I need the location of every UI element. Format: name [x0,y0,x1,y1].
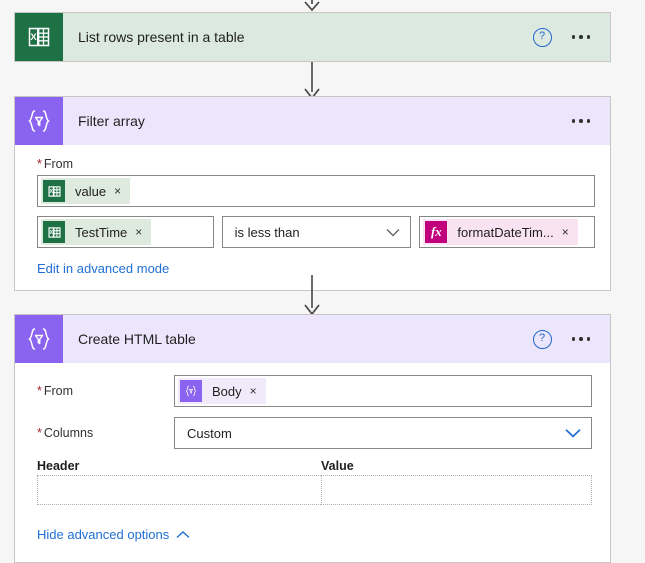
from-label-filter: * From [37,157,74,171]
step-card-list-rows[interactable]: X List rows present in a table ? [14,12,611,62]
connector-top [296,0,328,12]
step-card-filter-array[interactable]: Filter array * From X value × X TestTime… [14,96,611,291]
hide-advanced-options-row: Hide advanced options [37,527,592,542]
value-input[interactable] [321,475,592,505]
header-value-input-row [37,475,592,505]
step-title-create-html-table: Create HTML table [78,331,196,347]
token-chip-body[interactable]: Body × [178,378,266,404]
svg-text:X: X [49,189,53,195]
edit-advanced-mode-row: Edit in advanced mode [37,261,595,276]
condition-left-input[interactable]: X TestTime × [37,216,214,248]
columns-label: * Columns [37,426,94,440]
step-card-create-html-table[interactable]: Create HTML table ? * From Body × * Colu… [14,314,611,563]
required-asterisk: * [37,157,42,171]
more-menu-icon[interactable] [570,333,593,345]
operator-value: is less than [234,224,300,240]
token-label: formatDateTim... [457,224,554,240]
token-remove-icon[interactable]: × [135,226,151,238]
from-input-filter[interactable]: X value × [37,175,595,207]
columns-dropdown[interactable]: Custom [174,417,592,449]
columns-field-wrapper: Custom [174,417,592,449]
chevron-up-icon [176,530,190,538]
excel-icon: X [15,13,63,61]
svg-text:X: X [49,230,53,236]
step-title-filter-array: Filter array [78,113,145,129]
connector-excel-to-filter [296,62,328,100]
header-column-label: Header [37,459,80,473]
from-label-table: * From [37,384,74,398]
token-remove-icon[interactable]: × [250,385,266,397]
from-input-table[interactable]: Body × [174,375,592,407]
more-menu-icon[interactable] [570,31,593,43]
header-actions-list-rows: ? [532,27,611,47]
link-label: Hide advanced options [37,527,170,542]
fx-glyph: fx [430,224,442,239]
step-header-filter-array[interactable]: Filter array [15,97,610,145]
excel-icon: X [43,180,65,202]
filter-array-icon [15,97,63,145]
token-remove-icon[interactable]: × [562,226,578,238]
chevron-down-icon [386,228,400,236]
token-chip-testtime[interactable]: X TestTime × [41,219,152,245]
condition-row: X TestTime × is less than fx formatDateT… [37,216,595,248]
condition-right-input[interactable]: fx formatDateTim... × [419,216,595,248]
step-header-create-html-table[interactable]: Create HTML table ? [15,315,610,363]
from-row: * From Body × [37,375,592,407]
required-asterisk: * [37,426,42,440]
value-column-label: Value [321,459,354,473]
link-label: Edit in advanced mode [37,261,170,276]
token-chip-value[interactable]: X value × [41,178,131,204]
columns-value: Custom [187,425,232,441]
svg-text:X: X [30,32,37,43]
header-actions-filter-array [570,115,611,127]
columns-row: * Columns Custom [37,417,592,449]
function-icon: fx [425,221,448,243]
help-icon[interactable]: ? [532,27,552,47]
step-body-create-html-table: * From Body × * Columns Custom Header Va… [15,363,610,562]
connector-filter-to-table [296,275,328,317]
step-header-list-rows[interactable]: X List rows present in a table ? [15,13,610,61]
token-chip-formatdatetime[interactable]: fx formatDateTim... × [423,219,578,245]
create-html-table-icon [15,315,63,363]
condition-operator-dropdown[interactable]: is less than [221,216,412,248]
step-title-list-rows: List rows present in a table [78,29,245,45]
flow-canvas: X List rows present in a table ? Filter … [0,0,645,563]
token-label: value [75,183,107,199]
header-actions-create-html-table: ? [532,329,611,349]
header-value-column-labels: Header Value [37,459,592,473]
edit-in-advanced-mode-link[interactable]: Edit in advanced mode [37,261,169,276]
help-icon[interactable]: ? [532,329,552,349]
more-menu-icon[interactable] [570,115,593,127]
required-asterisk: * [37,384,42,398]
header-input[interactable] [37,475,321,505]
token-label: TestTime [75,224,128,240]
from-field-wrapper: Body × [174,375,592,407]
token-label: Body [212,383,242,399]
filter-array-icon [180,380,202,402]
chevron-down-icon [565,429,581,438]
token-remove-icon[interactable]: × [114,185,130,197]
hide-advanced-options-link[interactable]: Hide advanced options [37,527,190,542]
step-body-filter-array: * From X value × X TestTime × is less th… [15,145,610,290]
excel-icon: X [43,221,65,243]
